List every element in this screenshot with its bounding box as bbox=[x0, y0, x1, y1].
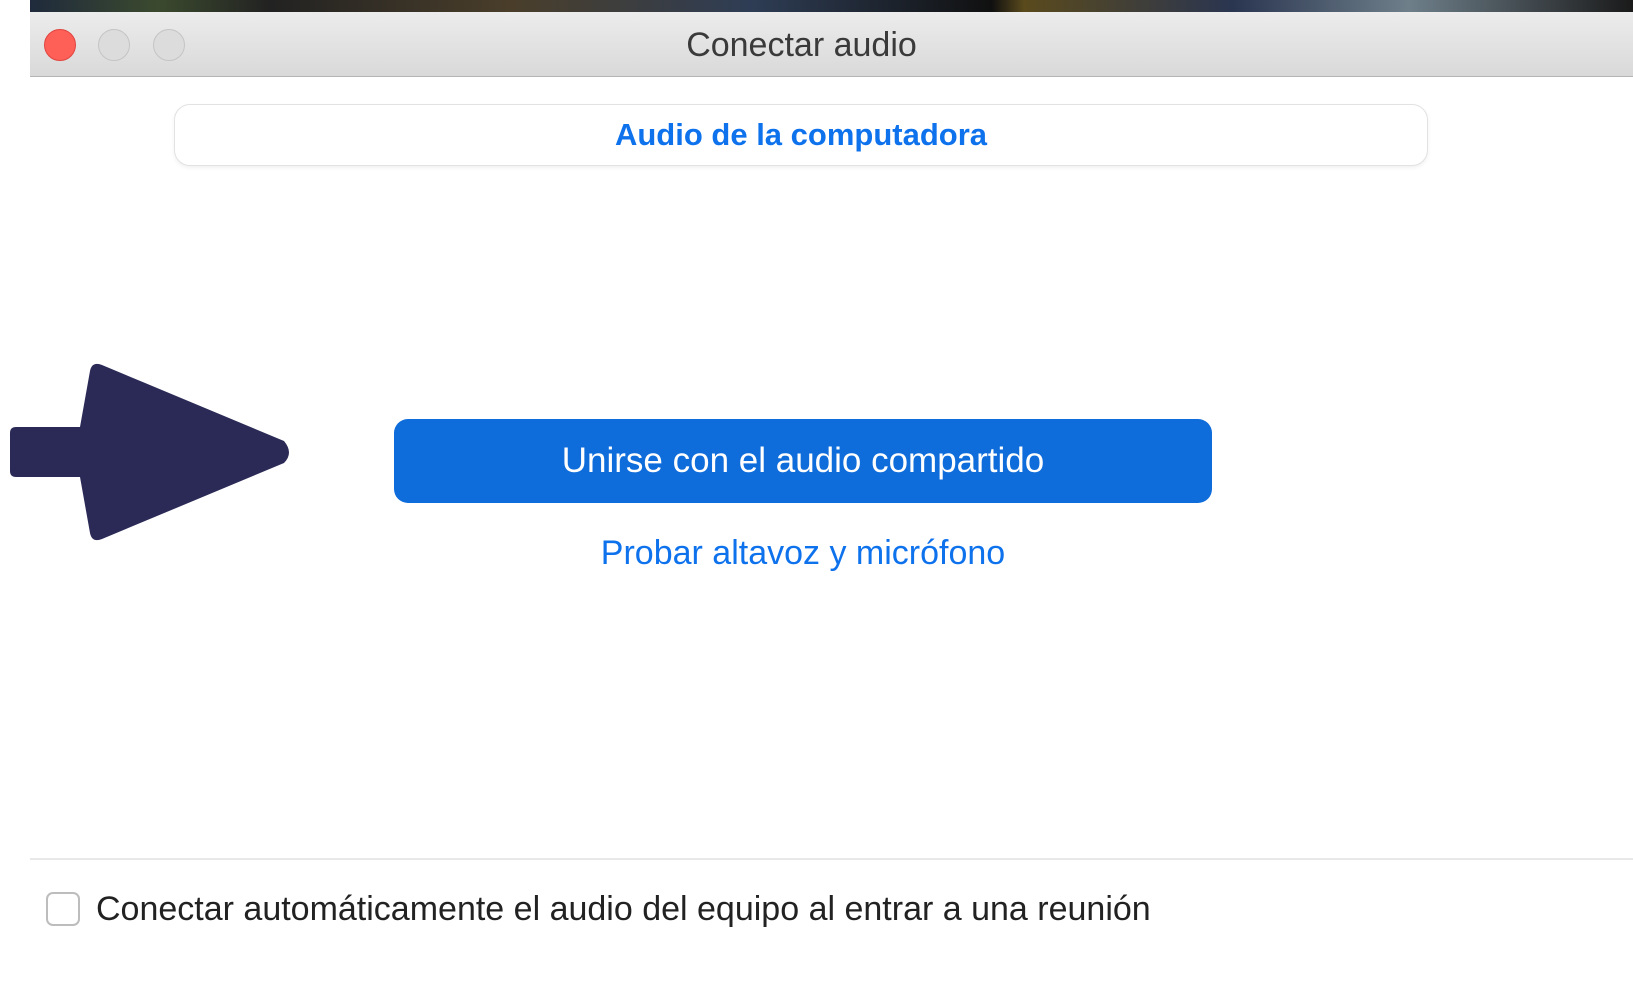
test-speaker-microphone-link[interactable]: Probar altavoz y micrófono bbox=[394, 530, 1212, 576]
page: Conectar audio Audio de la computadora U… bbox=[0, 0, 1633, 992]
join-with-audio-button[interactable]: Unirse con el audio compartido bbox=[394, 419, 1212, 503]
footer-divider bbox=[30, 858, 1633, 860]
window-title: Conectar audio bbox=[686, 26, 917, 64]
auto-connect-checkbox[interactable] bbox=[46, 892, 80, 926]
arrow-right-icon bbox=[10, 363, 289, 541]
title-bar[interactable]: Conectar audio bbox=[30, 12, 1633, 77]
auto-connect-option[interactable]: Conectar automáticamente el audio del eq… bbox=[46, 886, 1151, 932]
background-image-strip bbox=[30, 0, 1633, 12]
audio-tab-bar: Audio de la computadora bbox=[174, 104, 1428, 166]
auto-connect-label[interactable]: Conectar automáticamente el audio del eq… bbox=[96, 890, 1151, 929]
tab-computer-audio[interactable]: Audio de la computadora bbox=[615, 105, 987, 165]
